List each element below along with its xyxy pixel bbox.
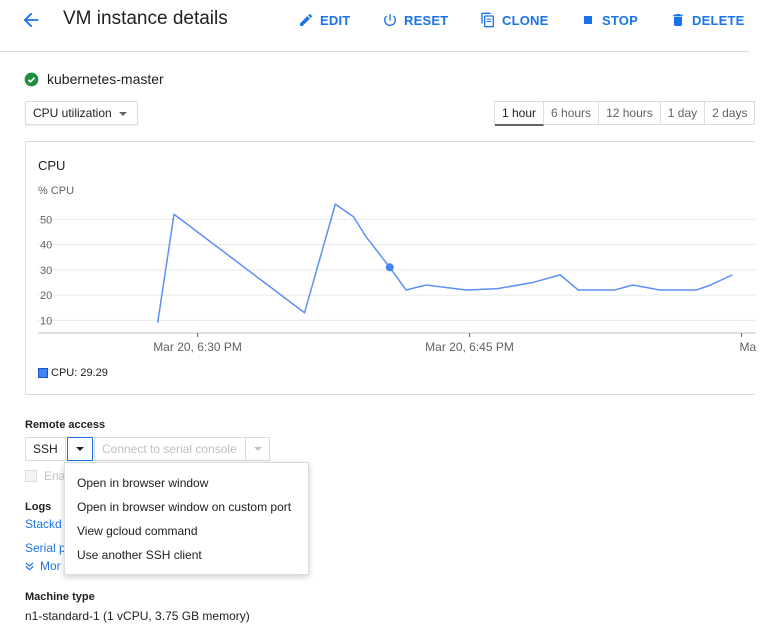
time-range-6-hours[interactable]: 6 hours (544, 102, 600, 124)
ssh-options-menu: Open in browser window Open in browser w… (64, 462, 309, 575)
time-range-1-day[interactable]: 1 day (661, 102, 706, 124)
cpu-chart-card: CPU % CPU 10 20 30 40 50 Mar 20, 6:30 PM Mar 2… (25, 141, 756, 396)
chevron-down-icon (119, 112, 127, 116)
edit-button[interactable]: EDIT (298, 10, 350, 30)
metric-select[interactable]: CPU utilization (25, 101, 138, 125)
instance-name: kubernetes-master (47, 71, 164, 87)
series-line-cpu (156, 203, 733, 324)
serial-port-link[interactable]: Serial p (25, 541, 66, 555)
enable-serial-label: Ena (44, 469, 66, 483)
back-arrow-icon[interactable] (20, 9, 42, 31)
copy-icon (481, 12, 494, 28)
y-tick-label: 10 (40, 315, 52, 327)
machine-type-label: Machine type (25, 591, 95, 603)
ssh-dropdown-toggle[interactable] (66, 437, 93, 461)
ssh-button-group: SSH (25, 437, 93, 461)
serial-console-dropdown[interactable] (246, 437, 270, 461)
power-icon (384, 14, 396, 26)
edit-label: EDIT (320, 12, 351, 28)
stop-label: STOP (602, 12, 638, 28)
header-bar: VM instance details EDIT RESET CLONE STO… (0, 0, 749, 52)
x-tick-label: Mar 20, 6:30 PM (153, 340, 242, 354)
metric-select-value: CPU utilization (33, 106, 112, 120)
clone-button[interactable]: CLONE (480, 10, 549, 30)
y-tick-label: 40 (40, 240, 52, 252)
menu-item-view-gcloud-command[interactable]: View gcloud command (65, 519, 308, 543)
legend-label: CPU: 29.29 (51, 367, 108, 379)
stop-square-icon (584, 16, 592, 24)
y-tick-label: 20 (40, 290, 52, 302)
more-link[interactable]: Mor (25, 559, 61, 573)
page-title: VM instance details (63, 8, 228, 29)
y-tick-label: 30 (40, 265, 52, 277)
x-tick-label: Mar (739, 340, 756, 354)
y-tick-label: 50 (40, 214, 52, 226)
delete-button[interactable]: DELETE (670, 10, 744, 30)
time-range-selector: 1 hour 6 hours 12 hours 1 day 2 days (494, 101, 756, 126)
time-range-1-hour[interactable]: 1 hour (495, 102, 545, 126)
menu-item-open-browser-custom-port[interactable]: Open in browser window on custom port (65, 495, 308, 519)
x-tick-label: Mar 20, 6:45 PM (425, 340, 514, 354)
chevron-down-icon (253, 447, 262, 451)
menu-item-use-another-ssh-client[interactable]: Use another SSH client (65, 543, 308, 567)
machine-type-value: n1-standard-1 (1 vCPU, 3.75 GB memory) (25, 609, 250, 623)
trash-icon (673, 14, 683, 26)
enable-serial-checkbox[interactable] (25, 470, 37, 482)
ssh-button[interactable]: SSH (25, 437, 66, 461)
delete-label: DELETE (692, 12, 745, 28)
page: VM instance details EDIT RESET CLONE STO… (0, 0, 761, 628)
chart-legend[interactable]: CPU: 29.29 (38, 367, 108, 379)
highlight-point (385, 263, 394, 272)
serial-console-button[interactable]: Connect to serial console (94, 437, 246, 461)
legend-swatch (38, 368, 48, 378)
reset-label: RESET (404, 12, 449, 28)
pencil-icon (300, 13, 313, 26)
menu-item-open-browser-window[interactable]: Open in browser window (65, 471, 308, 495)
time-range-2-days[interactable]: 2 days (705, 102, 756, 124)
check-circle-icon (24, 72, 39, 87)
remote-access-label: Remote access (25, 419, 106, 431)
stop-button[interactable]: STOP (580, 10, 638, 30)
cpu-line-chart[interactable]: 10 20 30 40 50 Mar 20, 6:30 PM Mar 20, 6:45 PM… (26, 142, 756, 396)
reset-button[interactable]: RESET (382, 10, 448, 30)
time-range-12-hours[interactable]: 12 hours (599, 102, 661, 124)
chevron-down-icon (75, 447, 84, 451)
clone-label: CLONE (502, 12, 549, 28)
logs-label: Logs (25, 501, 52, 513)
more-link-label: Mor (40, 559, 61, 573)
stackdriver-logging-link[interactable]: Stackd (25, 517, 62, 531)
double-chevron-down-icon (25, 561, 34, 570)
